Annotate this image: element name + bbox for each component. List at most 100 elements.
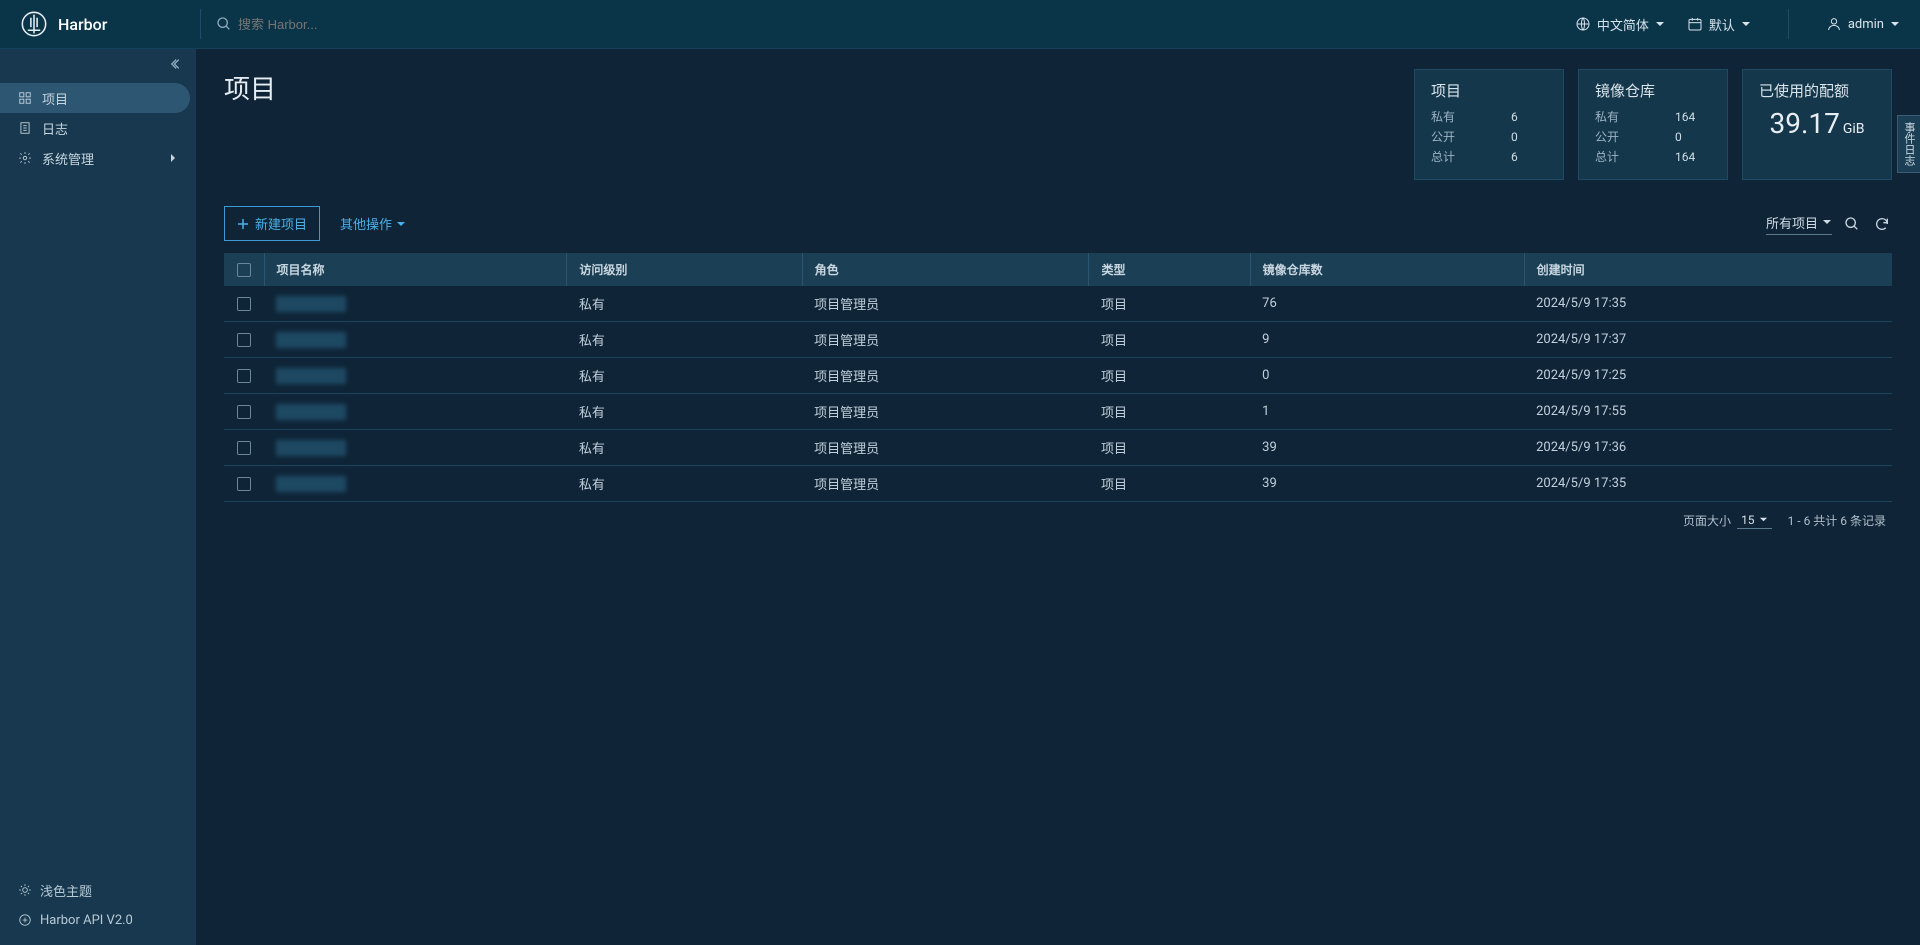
default-selector[interactable]: 默认 bbox=[1687, 15, 1751, 34]
cell-name[interactable] bbox=[264, 430, 567, 466]
cell-created: 2024/5/9 17:25 bbox=[1524, 358, 1892, 394]
cell-type: 项目 bbox=[1089, 466, 1250, 502]
cell-name[interactable] bbox=[264, 358, 567, 394]
cell-repos: 1 bbox=[1250, 394, 1524, 430]
chevron-down-icon bbox=[1759, 515, 1768, 524]
cell-access: 私有 bbox=[567, 430, 802, 466]
row-checkbox[interactable] bbox=[237, 297, 251, 311]
search-icon bbox=[1844, 216, 1860, 232]
chevron-down-icon bbox=[396, 219, 406, 229]
row-checkbox[interactable] bbox=[237, 369, 251, 383]
sidebar-collapse-button[interactable] bbox=[0, 49, 196, 79]
logs-icon bbox=[18, 121, 32, 136]
search-input[interactable] bbox=[238, 17, 438, 32]
select-all-checkbox[interactable] bbox=[237, 263, 251, 277]
stat-value: 0 bbox=[1675, 127, 1682, 147]
chevron-down-icon bbox=[1655, 19, 1665, 29]
divider bbox=[1788, 9, 1789, 39]
projects-card: 项目 私有6公开0总计6 bbox=[1414, 69, 1564, 180]
stat-key: 公开 bbox=[1431, 127, 1471, 147]
column-header[interactable]: 角色 bbox=[802, 253, 1089, 286]
row-checkbox[interactable] bbox=[237, 477, 251, 491]
row-checkbox[interactable] bbox=[237, 333, 251, 347]
sidebar-item-admin[interactable]: 系统管理 bbox=[0, 143, 196, 173]
cell-name[interactable] bbox=[264, 466, 567, 502]
table-row[interactable]: 私有项目管理员项目12024/5/9 17:55 bbox=[224, 394, 1892, 430]
global-search[interactable] bbox=[216, 16, 1575, 32]
cell-repos: 39 bbox=[1250, 466, 1524, 502]
new-project-button[interactable]: 新建项目 bbox=[224, 206, 320, 241]
refresh-icon bbox=[1874, 216, 1890, 232]
sidebar-item-projects[interactable]: 项目 bbox=[0, 83, 190, 113]
sidebar-item-label: 日志 bbox=[42, 119, 68, 138]
stat-row: 公开0 bbox=[1431, 127, 1547, 147]
theme-label: 浅色主题 bbox=[40, 881, 92, 900]
sidebar-item-label: 系统管理 bbox=[42, 149, 94, 168]
card-title: 镜像仓库 bbox=[1595, 80, 1711, 101]
event-log-tab[interactable]: 事件日志 bbox=[1897, 115, 1920, 173]
language-label: 中文简体 bbox=[1597, 15, 1649, 34]
nav-list: 项目日志系统管理 bbox=[0, 79, 196, 173]
user-menu[interactable]: admin bbox=[1826, 16, 1900, 32]
column-header[interactable]: 访问级别 bbox=[567, 253, 802, 286]
logo[interactable]: Harbor bbox=[20, 10, 185, 38]
table-row[interactable]: 私有项目管理员项目762024/5/9 17:35 bbox=[224, 286, 1892, 322]
divider bbox=[200, 9, 201, 39]
cell-role: 项目管理员 bbox=[802, 286, 1089, 322]
other-actions-dropdown[interactable]: 其他操作 bbox=[340, 214, 406, 233]
column-header[interactable]: 项目名称 bbox=[264, 253, 567, 286]
column-header[interactable]: 创建时间 bbox=[1524, 253, 1892, 286]
cell-access: 私有 bbox=[567, 286, 802, 322]
card-title: 项目 bbox=[1431, 80, 1547, 101]
table-row[interactable]: 私有项目管理员项目392024/5/9 17:35 bbox=[224, 466, 1892, 502]
sidebar: 项目日志系统管理 浅色主题 Harbor API V2.0 bbox=[0, 49, 196, 945]
cell-type: 项目 bbox=[1089, 430, 1250, 466]
page-size-selector[interactable]: 15 bbox=[1737, 513, 1772, 529]
card-title: 已使用的配额 bbox=[1759, 80, 1875, 101]
redacted-name bbox=[276, 296, 346, 312]
cell-created: 2024/5/9 17:35 bbox=[1524, 286, 1892, 322]
stat-key: 私有 bbox=[1595, 107, 1635, 127]
stat-row: 总计164 bbox=[1595, 147, 1711, 167]
sidebar-item-logs[interactable]: 日志 bbox=[0, 113, 196, 143]
cell-created: 2024/5/9 17:36 bbox=[1524, 430, 1892, 466]
table-row[interactable]: 私有项目管理员项目92024/5/9 17:37 bbox=[224, 322, 1892, 358]
cell-name[interactable] bbox=[264, 322, 567, 358]
cell-type: 项目 bbox=[1089, 394, 1250, 430]
cell-name[interactable] bbox=[264, 286, 567, 322]
cell-role: 项目管理员 bbox=[802, 430, 1089, 466]
column-header[interactable]: 镜像仓库数 bbox=[1250, 253, 1524, 286]
project-filter-dropdown[interactable]: 所有项目 bbox=[1766, 213, 1832, 235]
language-selector[interactable]: 中文简体 bbox=[1575, 15, 1665, 34]
api-link[interactable]: Harbor API V2.0 bbox=[0, 905, 196, 935]
stat-row: 总计6 bbox=[1431, 147, 1547, 167]
api-label: Harbor API V2.0 bbox=[40, 913, 133, 928]
pagination-range: 1 - 6 共计 6 条记录 bbox=[1788, 512, 1886, 529]
theme-toggle[interactable]: 浅色主题 bbox=[0, 875, 196, 905]
redacted-name bbox=[276, 440, 346, 456]
cell-access: 私有 bbox=[567, 394, 802, 430]
main-content: 项目 项目 私有6公开0总计6 镜像仓库 私有164公开0总计164 已使用的配… bbox=[196, 49, 1920, 945]
cell-repos: 39 bbox=[1250, 430, 1524, 466]
cell-repos: 76 bbox=[1250, 286, 1524, 322]
refresh-button[interactable] bbox=[1872, 214, 1892, 234]
row-checkbox[interactable] bbox=[237, 405, 251, 419]
table-search-button[interactable] bbox=[1842, 214, 1862, 234]
collapse-icon bbox=[170, 57, 184, 71]
button-label: 新建项目 bbox=[255, 214, 307, 233]
chevron-down-icon bbox=[1741, 19, 1751, 29]
cell-name[interactable] bbox=[264, 394, 567, 430]
action-bar: 新建项目 其他操作 所有项目 bbox=[224, 206, 1892, 241]
stat-row: 私有6 bbox=[1431, 107, 1547, 127]
cell-created: 2024/5/9 17:37 bbox=[1524, 322, 1892, 358]
page-size-label: 页面大小 bbox=[1683, 512, 1731, 529]
row-checkbox[interactable] bbox=[237, 441, 251, 455]
column-header[interactable]: 类型 bbox=[1089, 253, 1250, 286]
cell-repos: 0 bbox=[1250, 358, 1524, 394]
table-row[interactable]: 私有项目管理员项目02024/5/9 17:25 bbox=[224, 358, 1892, 394]
api-icon bbox=[18, 913, 32, 927]
table-row[interactable]: 私有项目管理员项目392024/5/9 17:36 bbox=[224, 430, 1892, 466]
cell-type: 项目 bbox=[1089, 286, 1250, 322]
chevron-right-icon bbox=[168, 153, 178, 163]
calendar-icon bbox=[1687, 16, 1703, 32]
